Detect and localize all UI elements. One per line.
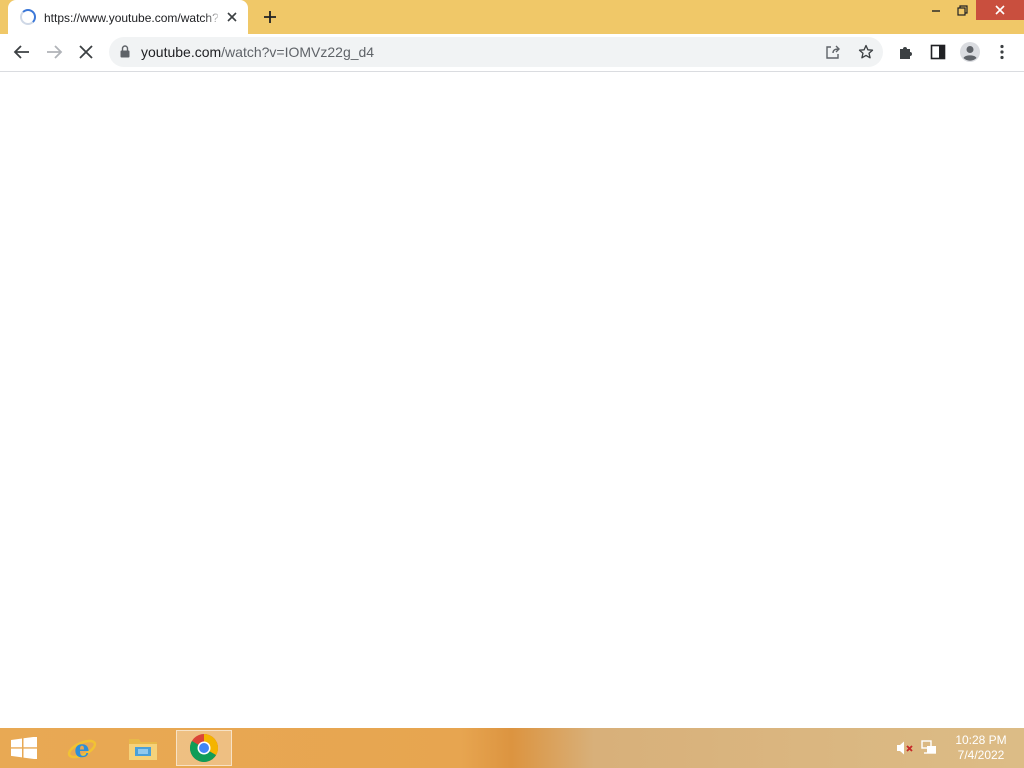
clock-time: 10:28 PM <box>955 733 1007 747</box>
clock-date: 7/4/2022 <box>957 748 1005 762</box>
windows-taskbar: e 10:28 PM 7/4/2022 <box>0 728 1024 768</box>
arrow-right-icon <box>47 45 63 59</box>
file-explorer-icon <box>129 739 157 760</box>
taskbar-chrome[interactable] <box>176 730 232 766</box>
profile-icon <box>960 42 980 62</box>
new-tab-button[interactable] <box>258 5 282 29</box>
url-path: /watch?v=IOMVz22g_d4 <box>221 44 375 60</box>
plus-icon <box>264 11 276 23</box>
restore-icon <box>956 4 968 16</box>
taskbar-file-explorer[interactable] <box>115 730 171 766</box>
browser-tab[interactable]: https://www.youtube.com/watch?v=IOMVz22g… <box>8 0 248 34</box>
arrow-left-icon <box>13 45 29 59</box>
page-viewport[interactable] <box>0 72 1024 728</box>
browser-menu-button[interactable] <box>988 38 1016 66</box>
close-icon <box>995 5 1005 15</box>
tab-close-button[interactable] <box>224 9 240 25</box>
side-panel-button[interactable] <box>924 38 952 66</box>
bookmark-button[interactable] <box>854 40 878 64</box>
network-icon[interactable] <box>921 740 939 756</box>
star-icon <box>858 44 874 59</box>
taskbar-clock[interactable]: 10:28 PM 7/4/2022 <box>946 733 1016 763</box>
puzzle-icon <box>900 47 912 59</box>
forward-button[interactable] <box>40 38 68 66</box>
browser-titlebar: https://www.youtube.com/watch?v=IOMVz22g… <box>0 0 1024 34</box>
url-domain: youtube.com <box>141 44 222 60</box>
taskbar-internet-explorer[interactable]: e <box>54 730 110 766</box>
back-button[interactable] <box>8 38 36 66</box>
volume-muted-icon[interactable] <box>896 740 914 756</box>
spinner-icon <box>20 9 36 25</box>
restore-button[interactable] <box>950 0 974 20</box>
tab-title: https://www.youtube.com/watch?v=IOMVz22g… <box>44 11 218 25</box>
stop-loading-button[interactable] <box>72 38 100 66</box>
close-icon <box>79 45 93 59</box>
url-text[interactable]: youtube.com/watch?v=IOMVz22g_d4 <box>141 44 374 60</box>
side-panel-icon <box>930 44 946 60</box>
address-bar[interactable]: youtube.com/watch?v=IOMVz22g_d4 <box>109 37 883 67</box>
close-icon <box>227 12 237 22</box>
lock-icon[interactable] <box>120 45 130 58</box>
extensions-button[interactable] <box>892 38 920 66</box>
minimize-button[interactable] <box>922 0 950 20</box>
profile-button[interactable] <box>956 38 984 66</box>
internet-explorer-icon: e <box>67 734 97 763</box>
kebab-menu-icon <box>1000 44 1004 60</box>
windows-start-icon[interactable] <box>10 737 38 759</box>
share-button[interactable] <box>821 40 845 64</box>
minimize-icon <box>932 10 940 12</box>
browser-toolbar: youtube.com/watch?v=IOMVz22g_d4 <box>0 34 1024 72</box>
window-close-button[interactable] <box>976 0 1024 20</box>
share-icon <box>826 45 840 59</box>
svg-text:e: e <box>74 734 89 763</box>
chrome-icon <box>190 734 218 762</box>
